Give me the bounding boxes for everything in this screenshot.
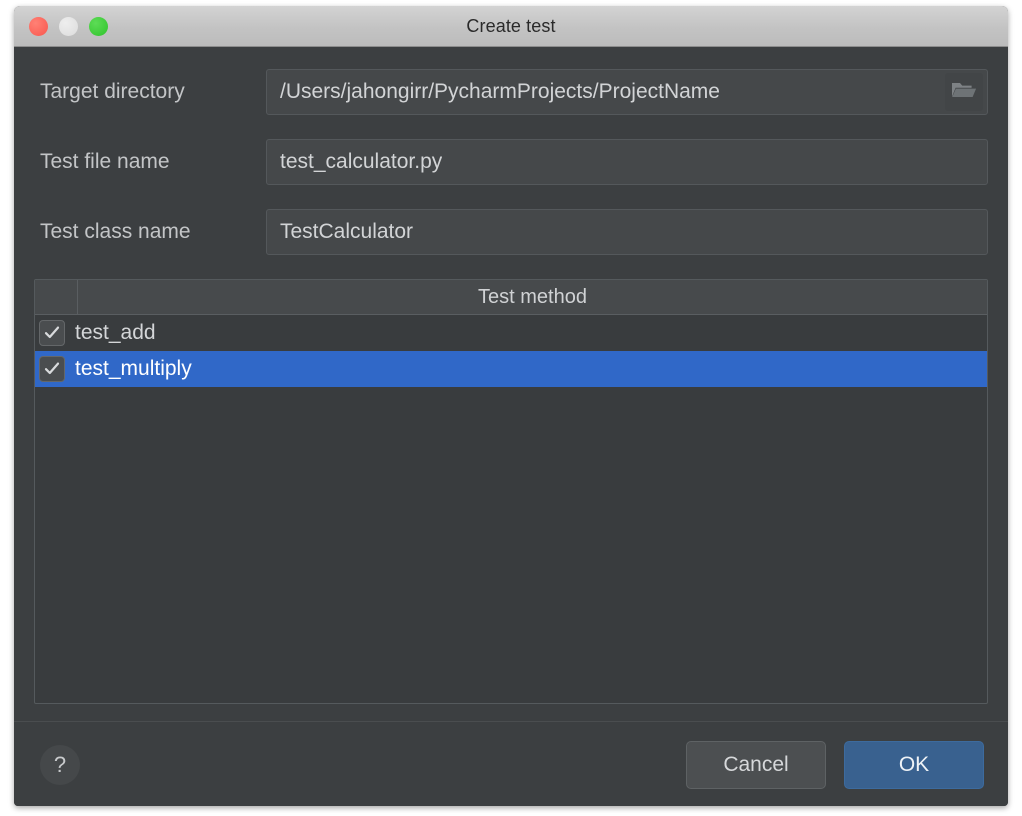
test-method-table[interactable]: Test method test_add test_multiply — [34, 279, 988, 704]
cancel-button[interactable]: Cancel — [686, 741, 826, 789]
ok-button[interactable]: OK — [844, 741, 984, 789]
zoom-button-icon[interactable] — [89, 17, 108, 36]
help-button[interactable]: ? — [40, 745, 80, 785]
create-test-dialog: Create test Target directory /Users/jaho… — [14, 6, 1008, 806]
checkbox-checked-icon[interactable] — [39, 356, 65, 382]
table-row-label: test_multiply — [75, 357, 192, 381]
window-titlebar[interactable]: Create test — [14, 6, 1008, 47]
target-directory-field[interactable]: /Users/jahongirr/PycharmProjects/Project… — [266, 69, 988, 115]
form-section: Target directory /Users/jahongirr/Pychar… — [14, 47, 1008, 255]
checkbox-checked-icon[interactable] — [39, 320, 65, 346]
test-file-name-field[interactable]: test_calculator.py — [266, 139, 988, 185]
label-target-directory: Target directory — [34, 80, 266, 104]
minimize-button-icon[interactable] — [59, 17, 78, 36]
table-header-test-method: Test method — [78, 280, 987, 314]
target-directory-value: /Users/jahongirr/PycharmProjects/Project… — [267, 80, 720, 104]
folder-icon — [951, 80, 977, 105]
form-row-test-file-name: Test file name test_calculator.py — [34, 139, 988, 185]
close-button-icon[interactable] — [29, 17, 48, 36]
window-controls — [29, 17, 108, 36]
label-test-class-name: Test class name — [34, 220, 266, 244]
table-header-row: Test method — [35, 280, 987, 315]
test-file-name-value: test_calculator.py — [267, 150, 442, 174]
dialog-body: Target directory /Users/jahongirr/Pychar… — [14, 47, 1008, 806]
test-class-name-value: TestCalculator — [267, 220, 413, 244]
browse-directory-button[interactable] — [945, 73, 983, 111]
test-class-name-field[interactable]: TestCalculator — [266, 209, 988, 255]
label-test-file-name: Test file name — [34, 150, 266, 174]
window-title: Create test — [14, 16, 1008, 37]
table-header-checkbox-column — [35, 280, 78, 314]
table-row[interactable]: test_multiply — [35, 351, 987, 387]
form-row-target-directory: Target directory /Users/jahongirr/Pychar… — [34, 69, 988, 115]
dialog-footer: ? Cancel OK — [14, 721, 1008, 806]
table-row-label: test_add — [75, 321, 156, 345]
table-row[interactable]: test_add — [35, 315, 987, 351]
form-row-test-class-name: Test class name TestCalculator — [34, 209, 988, 255]
